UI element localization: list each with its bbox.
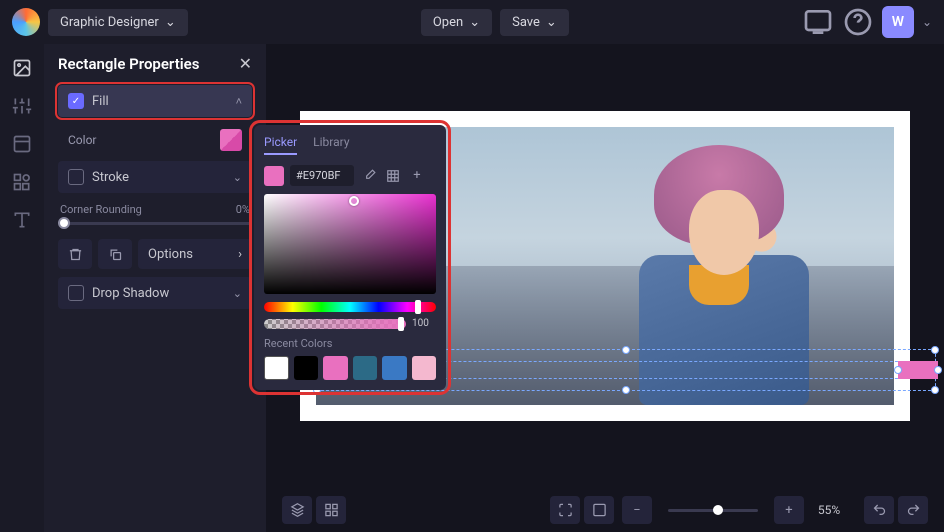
- open-label: Open: [433, 15, 463, 30]
- adjust-tool-icon[interactable]: [12, 96, 32, 116]
- hex-input[interactable]: [290, 165, 354, 186]
- corner-slider[interactable]: [58, 222, 252, 225]
- workspace-label: Graphic Designer: [60, 15, 159, 30]
- sv-cursor[interactable]: [349, 196, 359, 206]
- save-button[interactable]: Save ⌄: [500, 9, 569, 36]
- bottom-bar: − + 55%: [266, 488, 944, 532]
- chevron-down-icon[interactable]: ⌄: [922, 15, 932, 29]
- chevron-up-icon: ˄: [236, 95, 242, 108]
- panel-title: Rectangle Properties: [58, 55, 199, 73]
- close-panel-button[interactable]: ✕: [239, 54, 252, 73]
- chevron-down-icon: ⌄: [469, 15, 480, 30]
- corner-value: 0%: [236, 203, 250, 216]
- save-label: Save: [512, 15, 540, 30]
- app-logo[interactable]: [12, 8, 40, 36]
- fullscreen-button[interactable]: [584, 496, 614, 524]
- recent-swatch[interactable]: [294, 356, 318, 380]
- chevron-down-icon: ⌄: [165, 15, 176, 30]
- recent-swatch[interactable]: [353, 356, 377, 380]
- color-label: Color: [68, 133, 96, 147]
- hue-thumb[interactable]: [415, 300, 421, 314]
- shadow-label: Drop Shadow: [92, 286, 169, 301]
- undo-button[interactable]: [864, 496, 894, 524]
- recent-colors-label: Recent Colors: [264, 337, 436, 350]
- pink-rectangle[interactable]: [898, 361, 938, 379]
- properties-panel: Rectangle Properties ✕ ✓ Fill ˄ Color St…: [44, 44, 266, 532]
- fit-button[interactable]: [550, 496, 580, 524]
- zoom-value: 55%: [812, 503, 846, 517]
- zoom-in-button[interactable]: +: [774, 496, 804, 524]
- open-button[interactable]: Open ⌄: [421, 9, 492, 36]
- color-row: Color: [58, 125, 252, 161]
- options-label: Options: [148, 247, 193, 262]
- image-tool-icon[interactable]: [12, 58, 32, 78]
- color-picker-popup: Picker Library + 100 Recent Colors: [254, 125, 446, 390]
- chevron-down-icon: ⌄: [233, 171, 242, 184]
- redo-button[interactable]: [898, 496, 928, 524]
- shadow-checkbox[interactable]: [68, 285, 84, 301]
- corner-rounding-row: Corner Rounding 0%: [58, 201, 252, 222]
- stroke-section[interactable]: Stroke ⌄: [58, 161, 252, 193]
- recent-swatch[interactable]: [323, 356, 347, 380]
- layers-button[interactable]: [282, 496, 312, 524]
- current-color-swatch: [264, 166, 284, 186]
- user-avatar[interactable]: W: [882, 6, 914, 38]
- recent-swatch[interactable]: [412, 356, 436, 380]
- help-button[interactable]: [842, 6, 874, 38]
- picker-tab[interactable]: Picker: [264, 135, 297, 155]
- feedback-button[interactable]: [802, 6, 834, 38]
- slider-thumb[interactable]: [58, 217, 70, 229]
- stroke-checkbox[interactable]: [68, 169, 84, 185]
- zoom-thumb[interactable]: [713, 505, 723, 515]
- alpha-slider[interactable]: [264, 319, 406, 329]
- text-tool-icon[interactable]: [12, 210, 32, 230]
- recent-swatch[interactable]: [382, 356, 406, 380]
- layout-tool-icon[interactable]: [12, 134, 32, 154]
- alpha-thumb[interactable]: [398, 317, 404, 331]
- workspace-dropdown[interactable]: Graphic Designer ⌄: [48, 9, 188, 36]
- fill-label: Fill: [92, 94, 109, 109]
- grid-view-button[interactable]: [316, 496, 346, 524]
- fill-color-swatch[interactable]: [220, 129, 242, 151]
- grid-icon[interactable]: [384, 167, 402, 185]
- saturation-value-field[interactable]: [264, 194, 436, 294]
- avatar-letter: W: [892, 14, 904, 30]
- library-tab[interactable]: Library: [313, 135, 349, 155]
- corner-label: Corner Rounding: [60, 203, 142, 216]
- chevron-right-icon: ›: [238, 247, 242, 262]
- stroke-label: Stroke: [92, 170, 129, 185]
- delete-button[interactable]: [58, 239, 92, 269]
- duplicate-button[interactable]: [98, 239, 132, 269]
- recent-colors: [264, 356, 436, 380]
- eyedropper-icon[interactable]: [360, 167, 378, 185]
- shapes-tool-icon[interactable]: [12, 172, 32, 192]
- drop-shadow-section[interactable]: Drop Shadow ⌄: [58, 277, 252, 309]
- chevron-down-icon: ⌄: [546, 15, 557, 30]
- hue-slider[interactable]: [264, 302, 436, 312]
- recent-swatch[interactable]: [264, 356, 289, 380]
- top-bar: Graphic Designer ⌄ Open ⌄ Save ⌄ W ⌄: [0, 0, 944, 44]
- fill-section[interactable]: ✓ Fill ˄: [58, 85, 252, 117]
- alpha-value: 100: [412, 318, 436, 329]
- chevron-down-icon: ⌄: [233, 287, 242, 300]
- fill-checkbox[interactable]: ✓: [68, 93, 84, 109]
- add-icon[interactable]: +: [408, 167, 426, 185]
- zoom-slider[interactable]: [668, 509, 758, 512]
- options-button[interactable]: Options ›: [138, 239, 252, 269]
- zoom-out-button[interactable]: −: [622, 496, 652, 524]
- left-rail: [0, 44, 44, 532]
